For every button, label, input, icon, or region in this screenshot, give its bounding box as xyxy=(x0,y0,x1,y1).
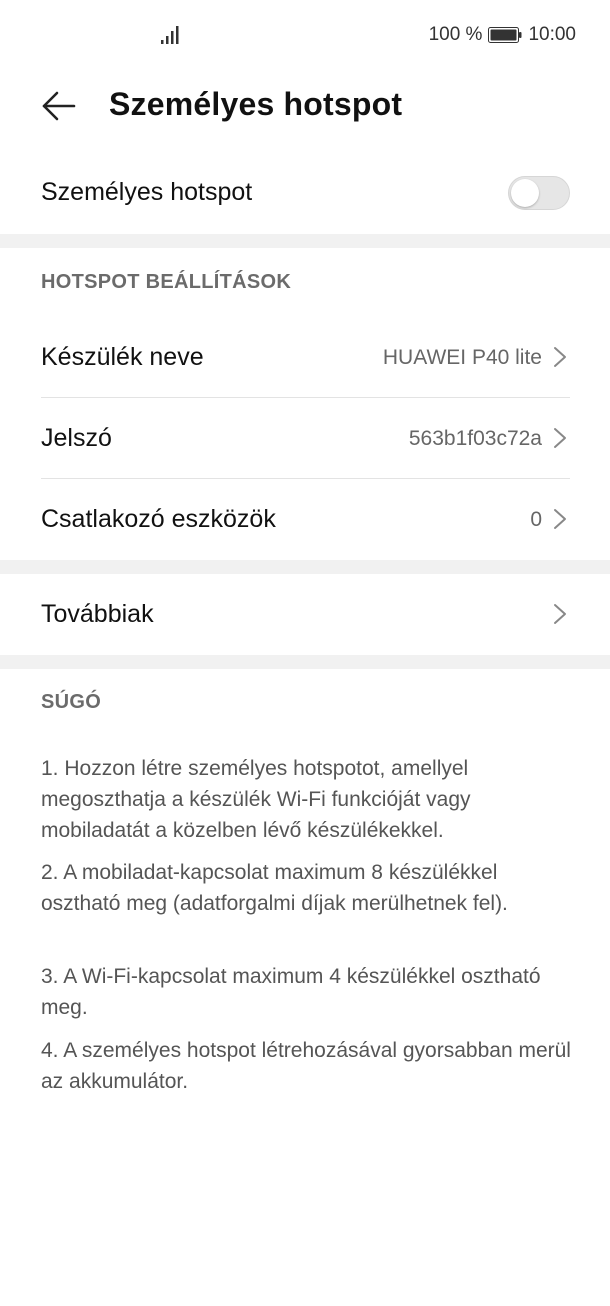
hotspot-switch[interactable] xyxy=(508,176,570,210)
chevron-right-icon xyxy=(554,347,566,367)
chevron-right-icon xyxy=(554,428,566,448)
more-row[interactable]: Továbbiak xyxy=(0,574,610,655)
app-header: Személyes hotspot xyxy=(0,70,610,144)
settings-section: HOTSPOT BEÁLLÍTÁSOK Készülék neve HUAWEI… xyxy=(0,248,610,560)
status-bar: 100 % 10:00 xyxy=(0,0,610,70)
chevron-right-icon xyxy=(554,509,566,529)
hotspot-settings-screen: 100 % 10:00 Személyes hotspot Személyes … xyxy=(0,0,610,1306)
help-item: 4. A személyes hotspot létrehozásával gy… xyxy=(41,1039,571,1093)
battery-percent: 100 % xyxy=(428,24,483,45)
help-item: 1. Hozzon létre személyes hotspotot, ame… xyxy=(41,757,471,842)
password-row[interactable]: Jelszó 563b1f03c72a xyxy=(0,398,610,478)
connected-devices-row[interactable]: Csatlakozó eszközök 0 xyxy=(0,479,610,560)
section-separator xyxy=(0,560,610,574)
status-right: 100 % 10:00 xyxy=(429,24,576,46)
chevron-right-icon xyxy=(554,604,566,624)
section-title-settings: HOTSPOT BEÁLLÍTÁSOK xyxy=(41,271,292,293)
password-value: 563b1f03c72a xyxy=(408,427,542,450)
signal-icon xyxy=(161,26,179,44)
device-name-value: HUAWEI P40 lite xyxy=(382,346,542,369)
arrow-left-icon[interactable] xyxy=(40,88,76,124)
help-item: 3. A Wi-Fi-kapcsolat maximum 4 készülékk… xyxy=(41,965,541,1019)
hotspot-toggle-label: Személyes hotspot xyxy=(41,178,253,206)
hotspot-toggle-row[interactable]: Személyes hotspot xyxy=(0,152,610,234)
device-name-row[interactable]: Készülék neve HUAWEI P40 lite xyxy=(0,316,610,397)
more-label: Továbbiak xyxy=(41,600,154,628)
clock-time: 10:00 xyxy=(528,24,576,45)
connected-devices-label: Csatlakozó eszközök xyxy=(41,505,276,533)
connected-devices-count: 0 xyxy=(530,508,542,531)
battery-icon xyxy=(488,27,522,43)
section-separator xyxy=(0,234,610,248)
page-title: Személyes hotspot xyxy=(109,86,403,122)
switch-knob xyxy=(511,179,539,207)
section-title-help: SÚGÓ xyxy=(41,691,102,713)
help-item: 2. A mobiladat-kapcsolat maximum 8 készü… xyxy=(41,861,508,915)
password-label: Jelszó xyxy=(41,424,112,452)
device-name-label: Készülék neve xyxy=(41,343,204,371)
section-separator xyxy=(0,655,610,669)
